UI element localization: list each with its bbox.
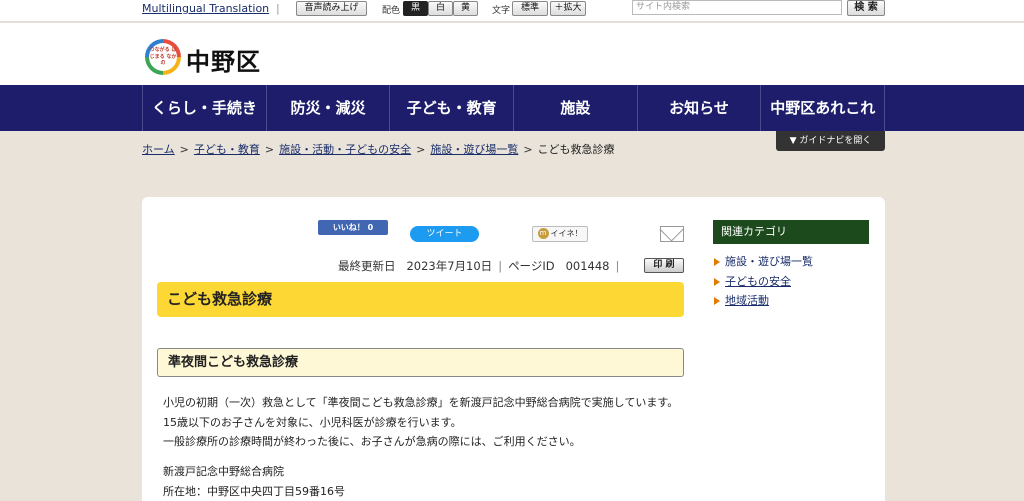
search-button[interactable]: 検 索: [847, 0, 885, 16]
hospital-info: 新渡戸記念中野総合病院 所在地：中野区中央四丁目59番16号: [163, 462, 345, 501]
breadcrumb: ホーム > 子ども・教育 > 施設・活動・子どもの安全 > 施設・遊び場一覧 > こども救急診療: [142, 141, 615, 157]
page-title: こども救急診療: [157, 282, 684, 317]
page-id-label: ページID: [508, 259, 555, 273]
mixi-label: イイネ！: [550, 229, 583, 238]
divider: |: [276, 2, 280, 15]
breadcrumb-children[interactable]: 子ども・教育: [194, 143, 260, 156]
breadcrumb-arrow: >: [416, 143, 426, 156]
breadcrumb-arrow: >: [179, 143, 189, 156]
color-scheme-label: 配色: [382, 6, 401, 16]
text-enlarge-button[interactable]: ＋拡大: [550, 1, 586, 16]
logo-mark-text: つながる はじまる なかの: [149, 43, 177, 71]
mail-icon[interactable]: [660, 226, 684, 242]
print-button[interactable]: 印 刷: [644, 258, 684, 273]
color-yellow-button[interactable]: 黄: [453, 1, 478, 16]
breadcrumb-arrow: >: [264, 143, 275, 156]
hospital-name: 新渡戸記念中野総合病院: [163, 465, 284, 478]
mixi-icon: m: [537, 228, 549, 239]
related-link-child-safety[interactable]: 子どもの安全: [713, 272, 813, 292]
nav-item-facilities[interactable]: 施設: [513, 85, 637, 131]
page-id: 001448: [565, 259, 610, 273]
breadcrumb-home[interactable]: ホーム: [142, 143, 175, 156]
utility-bar: Multilingual Translation | 音声読み上げ 配色 黒 白…: [0, 0, 1024, 22]
updated-date: 2023年7月10日: [406, 259, 493, 273]
body-text: 小児の初期（一次）救急として「準夜間こども救急診療」を新渡戸記念中野総合病院で実…: [163, 393, 678, 452]
paragraph: 一般診療所の診療時間が終わった後に、お子さんが急病の際には、ご利用ください。: [163, 435, 581, 448]
multilingual-translation-link[interactable]: Multilingual Translation: [142, 2, 269, 15]
breadcrumb-facility-list[interactable]: 施設・遊び場一覧: [430, 143, 518, 156]
mixi-like-button[interactable]: m イイネ！: [532, 226, 588, 242]
breadcrumb-arrow: >: [523, 143, 533, 156]
section-title: 準夜間こども救急診療: [157, 348, 684, 377]
breadcrumb-current: こども救急診療: [537, 143, 615, 156]
nav-item-children[interactable]: 子ども・教育: [389, 85, 513, 131]
updated-label: 最終更新日: [338, 259, 396, 273]
paragraph: 小児の初期（一次）救急として「準夜間こども救急診療」を新渡戸記念中野総合病院で実…: [163, 396, 679, 409]
nakano-logo-icon[interactable]: つながる はじまる なかの: [145, 39, 181, 75]
facebook-like-button[interactable]: いいね！ 0: [318, 220, 388, 235]
nav-item-living[interactable]: くらし・手続き: [142, 85, 266, 131]
color-white-button[interactable]: 白: [428, 1, 453, 16]
site-header: つながる はじまる なかの 中野区: [0, 23, 1024, 85]
nav-item-disaster[interactable]: 防災・減災: [265, 85, 390, 131]
breadcrumb-facilities-safety[interactable]: 施設・活動・子どもの安全: [279, 143, 411, 156]
site-search-input[interactable]: サイト内検索: [632, 0, 842, 15]
site-name[interactable]: 中野区: [186, 42, 261, 77]
related-link-community[interactable]: 地域活動: [713, 291, 813, 311]
nav-item-about[interactable]: 中野区あれこれ: [760, 85, 886, 131]
text-standard-button[interactable]: 標準: [512, 1, 548, 16]
guide-navi-button[interactable]: ▼ ガイドナビを開く: [776, 131, 885, 151]
text-size-label: 文字: [492, 6, 511, 16]
related-link-facility-list[interactable]: 施設・遊び場一覧: [713, 252, 813, 272]
twitter-tweet-button[interactable]: ツイート: [410, 226, 479, 242]
color-black-button[interactable]: 黒: [403, 1, 428, 16]
read-aloud-button[interactable]: 音声読み上げ: [296, 1, 367, 16]
related-category-list: 施設・遊び場一覧 子どもの安全 地域活動: [713, 252, 813, 311]
page-meta: 最終更新日 2023年7月10日 | ページID 001448 |: [338, 259, 620, 273]
global-nav: くらし・手続き 防災・減災 子ども・教育 施設 お知らせ 中野区あれこれ: [0, 85, 1024, 131]
nav-item-news[interactable]: お知らせ: [636, 85, 761, 131]
hospital-address: 所在地：中野区中央四丁目59番16号: [163, 485, 345, 498]
paragraph: 15歳以下のお子さんを対象に、小児科医が診療を行います。: [163, 415, 462, 429]
related-category-heading: 関連カテゴリ: [713, 220, 869, 244]
